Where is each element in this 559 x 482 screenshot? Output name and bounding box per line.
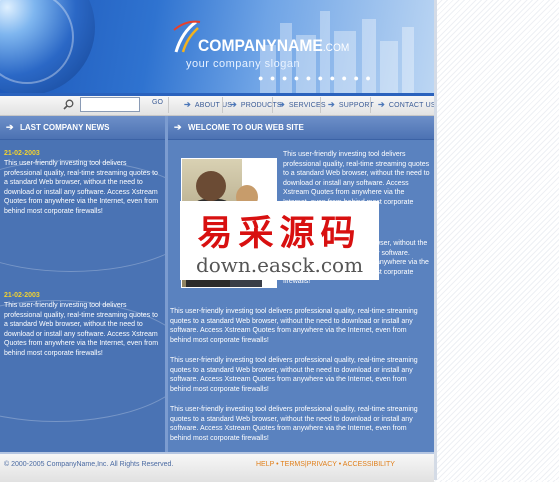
page-edge-shadow <box>434 0 437 480</box>
company-name: COMPANYNAME.COM <box>198 36 349 56</box>
nav-label: PRODUCTS <box>240 102 282 109</box>
news-column: 21-02-2003 This user-friendly investing … <box>0 140 165 452</box>
news-date: 21-02-2003 <box>4 292 40 299</box>
nav-item-support[interactable]: ➔ SUPPORT <box>328 100 374 109</box>
nav-item-services[interactable]: ➔ SERVICES <box>278 100 326 109</box>
watermark-url: down.easck.com <box>195 253 364 277</box>
search-icon <box>63 99 74 110</box>
header-banner: COMPANYNAME.COM your company slogan ● ● … <box>0 0 434 93</box>
main-section-bar: ➔ WELCOME TO OUR WEB SITE <box>168 116 434 140</box>
left-section-bar: ➔ LAST COMPANY NEWS <box>0 116 165 140</box>
footer-link-privacy[interactable]: PRIVACY <box>307 461 337 468</box>
body-paragraph: This user-friendly investing tool delive… <box>170 308 418 344</box>
watermark-chinese-text: 易采源码 <box>197 213 362 254</box>
search-input[interactable] <box>80 97 140 112</box>
footer-link-accessibility[interactable]: ACCESSIBILITY <box>343 461 395 468</box>
nav-item-products[interactable]: ➔ PRODUCTS <box>230 100 282 109</box>
news-text: This user-friendly investing tool delive… <box>4 302 159 357</box>
nav-item-about-us[interactable]: ➔ ABOUT US <box>184 100 232 109</box>
copyright-text: © 2000-2005 CompanyName,Inc. All Rights … <box>4 461 174 468</box>
nav-item-contact-us[interactable]: ➔ CONTACT US <box>378 100 436 109</box>
watermark-overlay: 易采源码 down.easck.com <box>180 201 379 280</box>
nav-separator <box>272 97 273 113</box>
arrow-right-icon: ➔ <box>184 100 191 109</box>
nav-separator <box>168 97 169 113</box>
nav-separator <box>222 97 223 113</box>
news-text: This user-friendly investing tool delive… <box>4 160 159 215</box>
footer-link-help[interactable]: HELP <box>256 461 274 468</box>
footer-link-terms[interactable]: TERMS <box>280 461 305 468</box>
nav-separator <box>320 97 321 113</box>
main-section-title: WELCOME TO OUR WEB SITE <box>188 123 304 132</box>
news-date: 21-02-2003 <box>4 150 40 157</box>
nav-label: SUPPORT <box>338 102 375 109</box>
arrow-right-icon: ➔ <box>328 100 335 109</box>
nav-label: CONTACT US <box>388 102 436 109</box>
nav-bar: GO ➔ ABOUT US ➔ PRODUCTS ➔ SERVICES ➔ SUPPOR… <box>0 96 436 116</box>
main-column: This user-friendly investing tool delive… <box>168 140 434 452</box>
footer-links: HELP • TERMS|PRIVACY • ACCESSIBILITY <box>256 461 395 468</box>
company-slogan: your company slogan <box>186 58 301 70</box>
arrow-right-icon: ➔ <box>278 100 285 109</box>
body-paragraph: This user-friendly investing tool delive… <box>170 406 418 442</box>
go-button[interactable]: GO <box>152 99 163 106</box>
company-tld: .COM <box>322 42 350 54</box>
arrow-right-icon: ➔ <box>378 100 385 109</box>
footer-link-separator: • <box>276 461 279 468</box>
arrow-right-icon: ➔ <box>6 122 14 132</box>
company-name-text: COMPANYNAME <box>198 36 323 55</box>
left-section-title: LAST COMPANY NEWS <box>20 123 110 132</box>
footer-link-separator: • <box>338 461 342 468</box>
footer: © 2000-2005 CompanyName,Inc. All Rights … <box>0 452 434 482</box>
body-paragraph: This user-friendly investing tool delive… <box>170 357 418 393</box>
nav-separator <box>370 97 371 113</box>
decorative-dots: ● ● ● ● ● ● ● ● ● ● <box>258 73 373 83</box>
arrow-right-icon: ➔ <box>174 122 182 132</box>
nav-label: ABOUT US <box>194 102 233 109</box>
arrow-right-icon: ➔ <box>230 100 237 109</box>
page: COMPANYNAME.COM your company slogan ● ● … <box>0 0 436 482</box>
